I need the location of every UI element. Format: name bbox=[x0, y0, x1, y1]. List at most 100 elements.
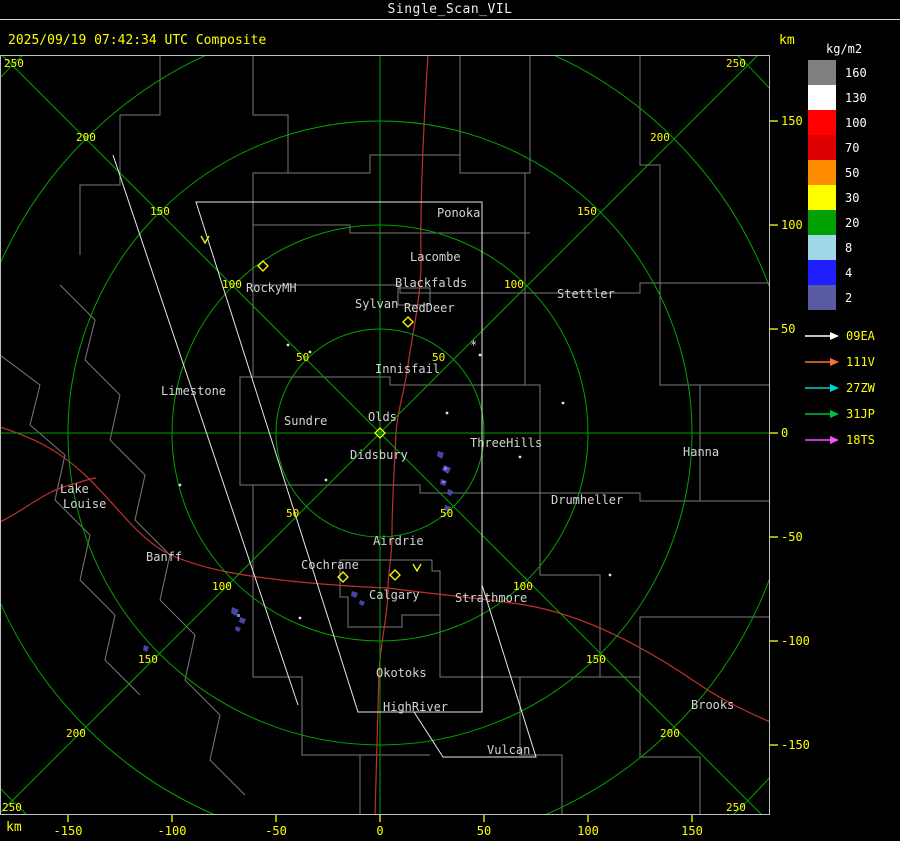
legend-panel: kg/m2 160 130 100 70 50 30 20 8 4 2 09EA… bbox=[800, 42, 900, 453]
range-label: 150 bbox=[150, 205, 170, 218]
city-label: ThreeHills bbox=[470, 436, 542, 450]
radar-legend-entry: 27ZW bbox=[804, 375, 900, 401]
city-label: Olds bbox=[368, 410, 397, 424]
town-asterisk: * bbox=[470, 338, 477, 352]
city-label: Lake bbox=[60, 482, 89, 496]
scale-swatch bbox=[808, 285, 836, 310]
radar-legend-entry: 09EA bbox=[804, 323, 900, 349]
city-labels: Ponoka Lacombe Blackfalds Sylvan RedDeer… bbox=[60, 206, 734, 757]
scale-unit-label: kg/m2 bbox=[826, 42, 863, 56]
scale-entry: 8 bbox=[808, 235, 900, 260]
scale-entry: 130 bbox=[808, 85, 900, 110]
city-label: Stettler bbox=[557, 287, 615, 301]
scale-swatch bbox=[808, 85, 836, 110]
city-label: Lacombe bbox=[410, 250, 461, 264]
city-label: Ponoka bbox=[437, 206, 480, 220]
range-label: 250 bbox=[726, 57, 746, 70]
town-dots: * bbox=[178, 338, 612, 620]
city-label: Cochrane bbox=[301, 558, 359, 572]
scale-entry: 100 bbox=[808, 110, 900, 135]
x-axis-label: -50 bbox=[265, 824, 287, 838]
y-axis-label: -150 bbox=[781, 738, 810, 752]
window-title: Single_Scan_VIL bbox=[0, 0, 900, 20]
y-axis-ticks bbox=[770, 120, 778, 746]
scale-entry: 20 bbox=[808, 210, 900, 235]
range-label: 50 bbox=[296, 351, 309, 364]
radar-legend-entry: 31JP bbox=[804, 401, 900, 427]
range-label: 100 bbox=[212, 580, 232, 593]
scale-value: 130 bbox=[845, 90, 867, 105]
radar-legend-entry: 18TS bbox=[804, 427, 900, 453]
scale-swatch bbox=[808, 185, 836, 210]
x-axis-label: 50 bbox=[477, 824, 491, 838]
scale-entry: 50 bbox=[808, 160, 900, 185]
radar-id-legend: 09EA 111V 27ZW 31JP 18TS bbox=[800, 323, 900, 453]
city-label: Drumheller bbox=[551, 493, 623, 507]
scale-value: 70 bbox=[845, 140, 860, 155]
city-label: Airdrie bbox=[373, 534, 424, 548]
scale-swatch bbox=[808, 110, 836, 135]
city-label: Louise bbox=[63, 497, 106, 511]
radar-arrow-icon bbox=[805, 436, 839, 444]
precip-echoes-dark bbox=[143, 451, 453, 652]
scale-value: 2 bbox=[845, 290, 853, 305]
city-label: Blackfalds bbox=[395, 276, 467, 290]
range-label: 150 bbox=[138, 653, 158, 666]
radar-viewer-window: Single_Scan_VIL 2025/09/19 07:42:34 UTC … bbox=[0, 0, 900, 841]
range-label: 200 bbox=[660, 727, 680, 740]
scale-entry: 30 bbox=[808, 185, 900, 210]
range-label: 250 bbox=[726, 801, 746, 814]
y-axis-label: -50 bbox=[781, 530, 803, 544]
city-label: Okotoks bbox=[376, 666, 427, 680]
radar-arrow-icon bbox=[805, 332, 839, 340]
coverage-outline bbox=[112, 154, 537, 758]
scale-value: 8 bbox=[845, 240, 853, 255]
range-label: 250 bbox=[2, 801, 22, 814]
scale-value: 30 bbox=[845, 190, 860, 205]
radar-site-check-icon bbox=[412, 563, 422, 573]
city-label: Sundre bbox=[284, 414, 327, 428]
scale-value: 20 bbox=[845, 215, 860, 230]
city-label: Sylvan bbox=[355, 297, 398, 311]
city-label: Didsbury bbox=[350, 448, 408, 462]
scale-swatch bbox=[808, 260, 836, 285]
range-label: 50 bbox=[286, 507, 299, 520]
radar-id: 111V bbox=[846, 355, 875, 369]
city-label: Brooks bbox=[691, 698, 734, 712]
scale-swatch bbox=[808, 135, 836, 160]
radar-site-diamond-icon bbox=[402, 316, 414, 328]
range-label: 200 bbox=[76, 131, 96, 144]
scan-timestamp: 2025/09/19 07:42:34 UTC Composite bbox=[8, 33, 267, 48]
scale-value: 50 bbox=[845, 165, 860, 180]
city-label: Vulcan bbox=[487, 743, 530, 757]
range-label: 250 bbox=[4, 57, 24, 70]
radar-id: 31JP bbox=[846, 407, 875, 421]
scale-entry: 160 bbox=[808, 60, 900, 85]
city-label: Banff bbox=[146, 550, 182, 564]
radar-arrow-icon bbox=[805, 384, 839, 392]
range-label: 200 bbox=[66, 727, 86, 740]
city-label: HighRiver bbox=[383, 700, 448, 714]
x-axis: -150 -100 -50 0 50 100 150 bbox=[54, 815, 703, 838]
scale-value: 160 bbox=[845, 65, 867, 80]
range-label: 150 bbox=[577, 205, 597, 218]
scale-swatch bbox=[808, 60, 836, 85]
radar-site-diamond-icon bbox=[257, 260, 269, 272]
radar-id: 27ZW bbox=[846, 381, 875, 395]
city-label: Hanna bbox=[683, 445, 719, 459]
radar-id: 09EA bbox=[846, 329, 875, 343]
x-axis-ticks bbox=[67, 815, 693, 822]
scale-entry: 70 bbox=[808, 135, 900, 160]
y-axis-unit-label: km bbox=[779, 33, 795, 48]
x-axis-label: 150 bbox=[681, 824, 703, 838]
city-label: Limestone bbox=[161, 384, 226, 398]
y-axis-label: 50 bbox=[781, 322, 795, 336]
x-axis-label: -150 bbox=[54, 824, 83, 838]
scale-swatch bbox=[808, 210, 836, 235]
city-label: RockyMH bbox=[246, 281, 297, 295]
range-label: 100 bbox=[222, 278, 242, 291]
city-label: RedDeer bbox=[404, 301, 455, 315]
y-axis-label: -100 bbox=[781, 634, 810, 648]
city-label: Innisfail bbox=[375, 362, 440, 376]
color-scale: 160 130 100 70 50 30 20 8 4 2 bbox=[800, 60, 900, 310]
